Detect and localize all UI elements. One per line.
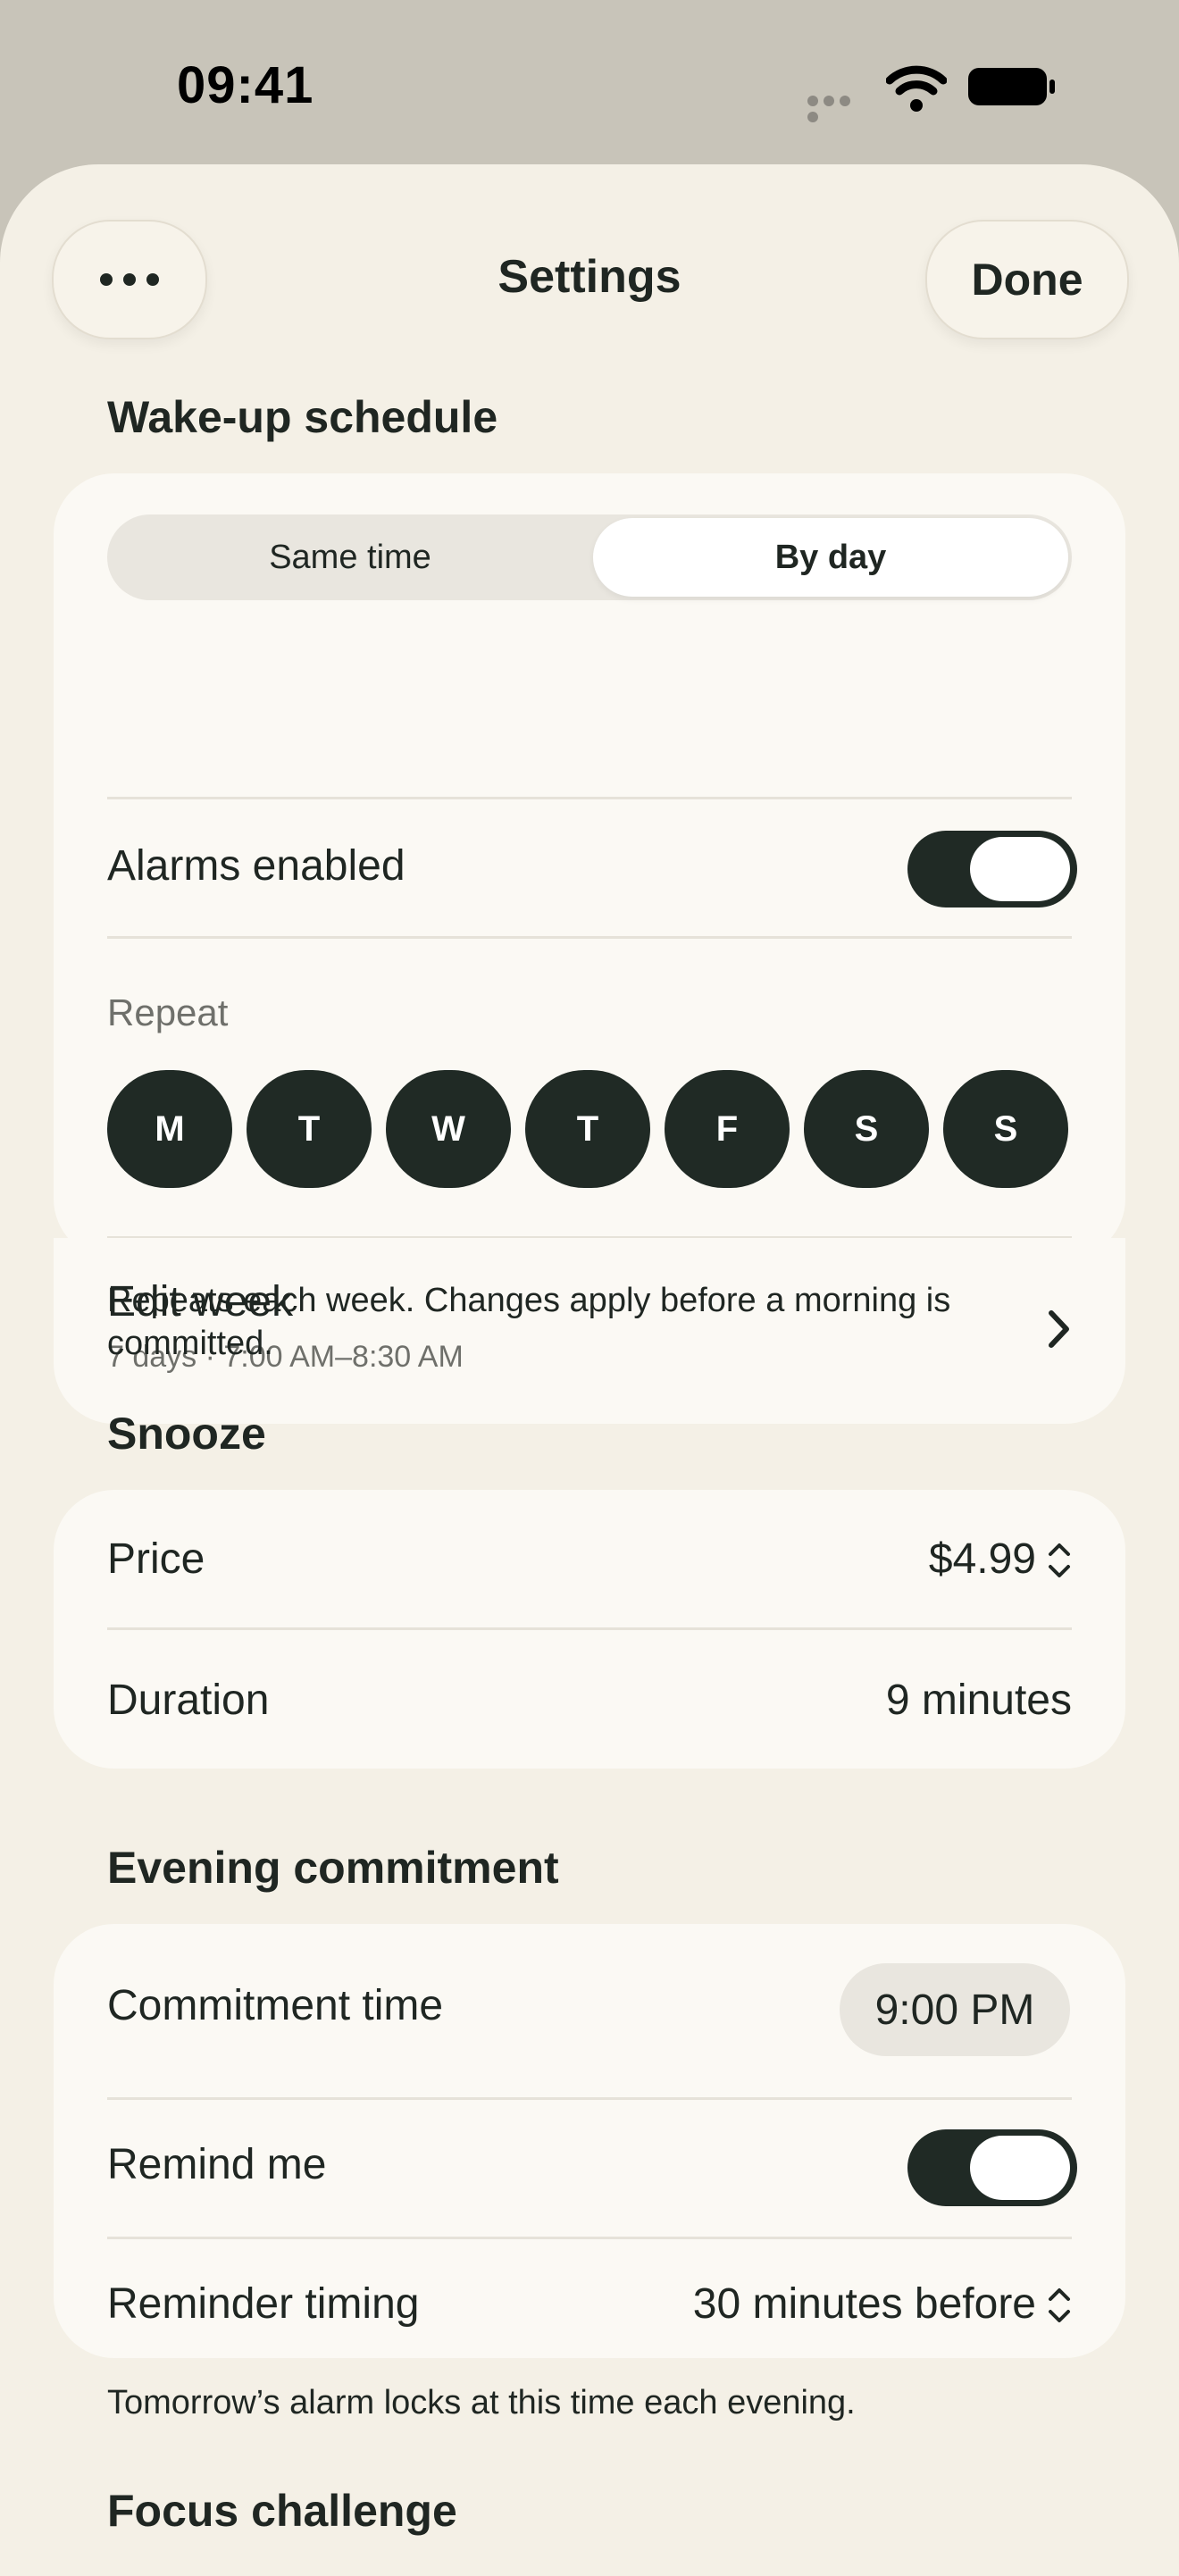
day-toggle-sunday[interactable]: S [943,1070,1068,1188]
cellular-signal-icon [807,95,870,122]
commitment-time-label: Commitment time [107,1982,444,2029]
day-toggle-tuesday[interactable]: T [247,1070,372,1188]
alarms-enabled-label: Alarms enabled [107,842,406,890]
wake-up-card: Same time By day Alarms enabled Repeat M… [54,473,1125,1259]
commitment-time-picker[interactable]: 9:00 PM [840,1963,1070,2056]
divider [107,797,1072,799]
remind-me-label: Remind me [107,2141,327,2188]
snooze-price-value[interactable]: $4.99 [929,1535,1036,1584]
reminder-timing-label: Reminder timing [107,2280,420,2328]
battery-icon [968,68,1055,105]
wake-up-schedule-heading: Wake-up schedule [107,392,498,442]
chevron-right-icon [1049,1310,1069,1348]
snooze-card: Price $4.99 Duration 9 minutes [54,1490,1125,1769]
wifi-icon [886,65,947,112]
focus-challenge-heading: Focus challenge [107,2486,457,2536]
evening-footnote: Tomorrow’s alarm locks at this time each… [107,2384,856,2421]
divider [107,2097,1072,2100]
segment-same-time[interactable]: Same time [111,518,590,597]
snooze-duration-label: Duration [107,1677,270,1724]
done-button[interactable]: Done [925,220,1129,339]
evening-commitment-heading: Evening commitment [107,1843,559,1893]
day-toggle-thursday[interactable]: T [525,1070,650,1188]
repeat-label: Repeat [107,991,229,1033]
snooze-duration-value[interactable]: 9 minutes [886,1676,1072,1725]
up-down-chevron-icon [1049,2288,1070,2322]
snooze-price-label: Price [107,1535,205,1583]
alarms-enabled-toggle[interactable] [907,831,1077,907]
settings-sheet: Settings Done Wake-up schedule Same time… [0,164,1179,2576]
status-time: 09:41 [177,56,314,114]
divider [107,936,1072,939]
wake-up-footnote: Repeats each week. Changes apply before … [107,1282,951,1362]
evening-commitment-card: Commitment time 9:00 PM Remind me Remind… [54,1924,1125,2358]
snooze-heading: Snooze [107,1409,266,1459]
segment-by-day[interactable]: By day [593,518,1068,597]
schedule-mode-segmented-control: Same time By day [107,514,1072,600]
up-down-chevron-icon [1049,1543,1070,1577]
day-toggle-friday[interactable]: F [665,1070,790,1188]
divider [107,1627,1072,1630]
day-toggle-saturday[interactable]: S [804,1070,929,1188]
day-toggle-monday[interactable]: M [107,1070,232,1188]
status-bar: 09:41 [0,0,1179,161]
reminder-timing-value[interactable]: 30 minutes before [693,2279,1036,2329]
remind-me-toggle[interactable] [907,2129,1077,2206]
day-toggle-wednesday[interactable]: W [386,1070,511,1188]
divider [107,2237,1072,2239]
